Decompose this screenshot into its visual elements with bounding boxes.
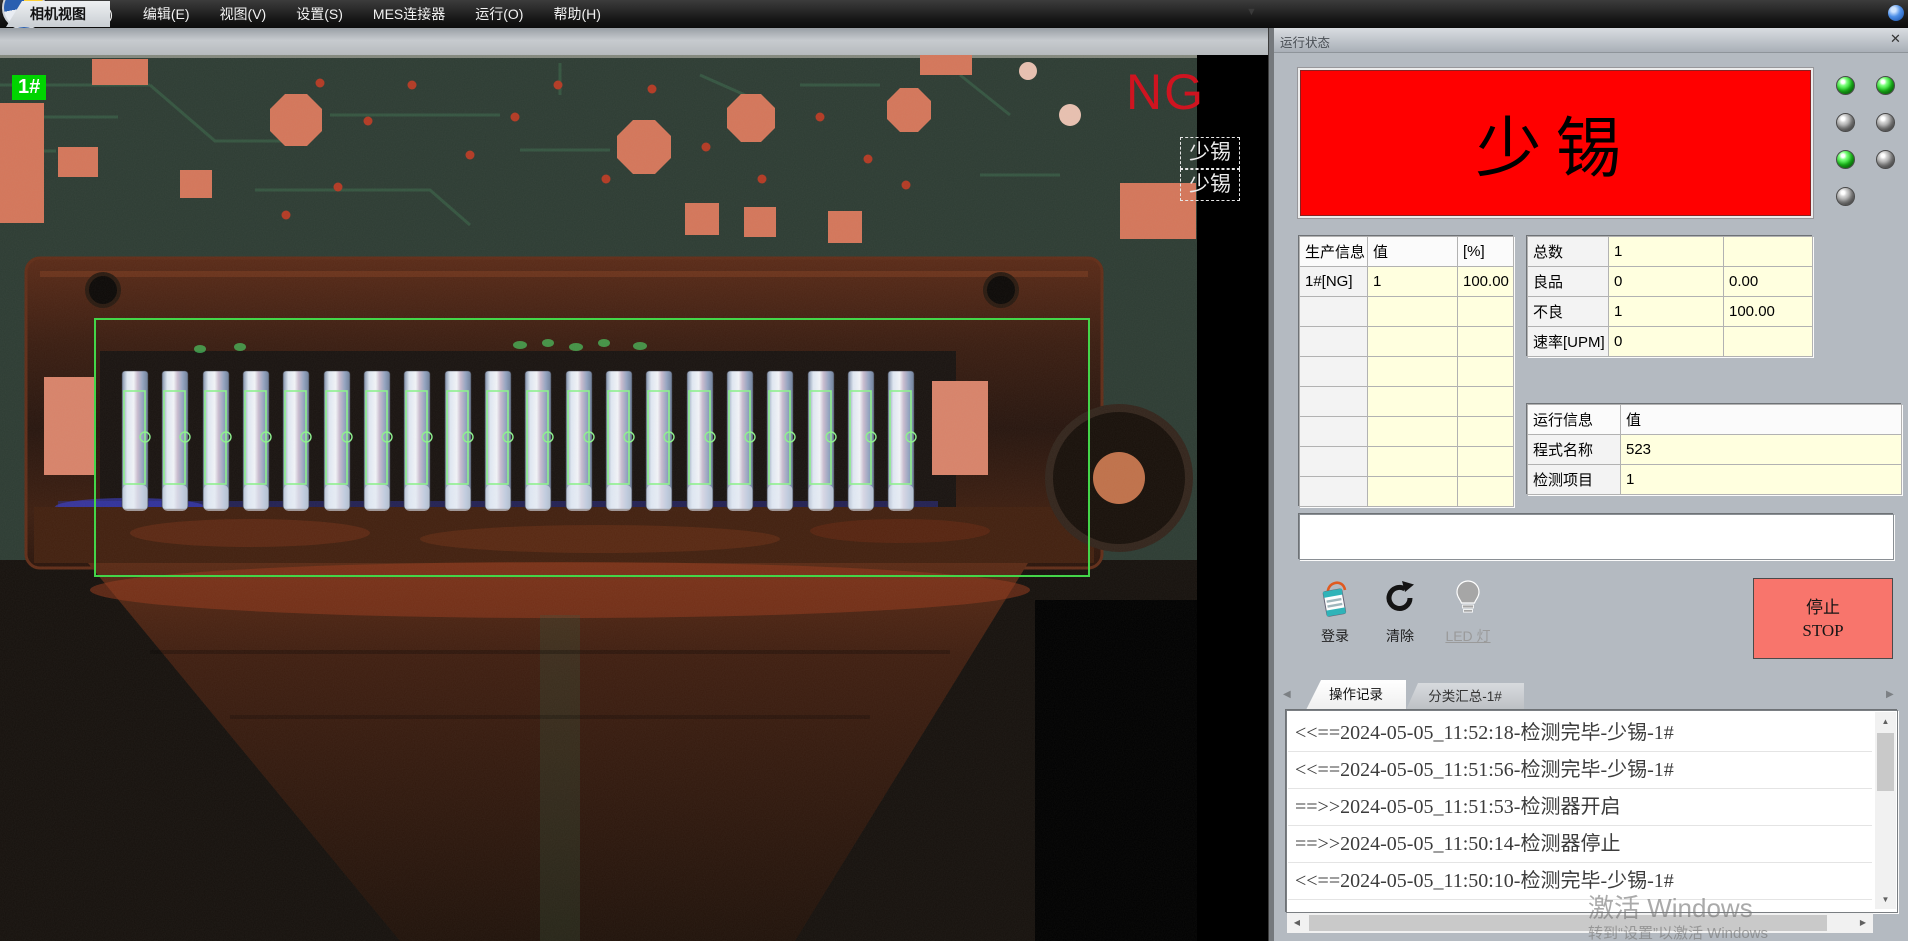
app-status-icon bbox=[1888, 5, 1904, 21]
pcb-inspection-image bbox=[0, 55, 1268, 941]
status-light bbox=[1836, 187, 1855, 206]
status-light bbox=[1876, 150, 1895, 169]
close-icon[interactable]: ✕ bbox=[1890, 31, 1901, 47]
run-info-table: 运行信息 值 程式名称523 检测项目1 bbox=[1527, 404, 1902, 495]
menu-settings[interactable]: 设置(S) bbox=[281, 0, 358, 28]
led-label: LED 灯 bbox=[1436, 626, 1500, 646]
table-row: 良品00.00 bbox=[1528, 267, 1813, 297]
stop-button[interactable]: 停止 STOP bbox=[1753, 578, 1893, 659]
table-row bbox=[1300, 447, 1514, 477]
table-row: 速率[UPM]0 bbox=[1528, 327, 1813, 357]
inspection-result-text: NG bbox=[1126, 67, 1205, 117]
alarm-frame: 少锡 bbox=[1297, 67, 1814, 219]
table-row bbox=[1300, 417, 1514, 447]
scroll-right-icon[interactable]: ▶ bbox=[1853, 913, 1873, 933]
column-header: 值 bbox=[1621, 405, 1902, 435]
table-row bbox=[1300, 327, 1514, 357]
refresh-icon bbox=[1381, 578, 1419, 618]
column-header: 生产信息 bbox=[1300, 237, 1368, 267]
log-entry: ==>>2024-05-05_11:50:14-检测器停止 bbox=[1288, 826, 1872, 863]
status-light bbox=[1836, 150, 1855, 169]
stop-label-cn: 停止 bbox=[1806, 596, 1840, 619]
login-label: 登录 bbox=[1303, 626, 1367, 646]
chevron-down-icon[interactable]: ▼ bbox=[1246, 6, 1257, 18]
tab-camera-view[interactable]: 相机视图 bbox=[6, 1, 110, 27]
table-row: 总数1 bbox=[1528, 237, 1813, 267]
log-entry: ==>>2024-05-05_11:51:53-检测器开启 bbox=[1288, 789, 1872, 826]
clear-button[interactable]: 清除 bbox=[1368, 578, 1432, 652]
camera-view: 1# NG 少锡 少锡 bbox=[0, 55, 1268, 941]
status-light bbox=[1836, 113, 1855, 132]
table-row: 检测项目1 bbox=[1528, 465, 1902, 495]
log-entries: <<==2024-05-05_11:52:18-检测完毕-少锡-1# <<==2… bbox=[1288, 715, 1872, 900]
tab-class-summary-1[interactable]: 分类汇总-1# bbox=[1406, 683, 1524, 710]
login-button[interactable]: 登录 bbox=[1303, 578, 1367, 652]
tab-scroll-right-icon[interactable]: ▶ bbox=[1886, 689, 1894, 700]
table-row: 不良1100.00 bbox=[1528, 297, 1813, 327]
clear-label: 清除 bbox=[1368, 626, 1432, 646]
menu-mes-connector[interactable]: MES连接器 bbox=[358, 0, 460, 28]
log-entry: <<==2024-05-05_11:52:18-检测完毕-少锡-1# bbox=[1288, 715, 1872, 752]
column-header: 值 bbox=[1368, 237, 1458, 267]
table-row bbox=[1300, 387, 1514, 417]
id-badge-icon bbox=[1316, 578, 1354, 618]
panel-title-bar bbox=[1274, 28, 1908, 53]
production-table: 生产信息 值 [%] 1#[NG]1100.00 bbox=[1299, 236, 1514, 507]
horizontal-scrollbar[interactable]: ◀ ▶ bbox=[1287, 913, 1873, 933]
menu-edit[interactable]: 编辑(E) bbox=[128, 0, 205, 28]
status-light bbox=[1876, 76, 1895, 95]
menu-view[interactable]: 视图(V) bbox=[205, 0, 282, 28]
table-row: 1#[NG]1100.00 bbox=[1300, 267, 1514, 297]
light-bulb-icon bbox=[1449, 578, 1487, 618]
windows-activation-watermark-sub: 转到“设置”以激活 Windows bbox=[1588, 922, 1768, 941]
scroll-left-icon[interactable]: ◀ bbox=[1287, 913, 1307, 933]
vertical-scrollbar[interactable]: ▲ ▼ bbox=[1875, 712, 1896, 909]
windows-activation-watermark: 激活 Windows bbox=[1588, 888, 1753, 925]
column-header: [%] bbox=[1458, 237, 1514, 267]
message-box bbox=[1299, 514, 1894, 560]
scroll-up-icon[interactable]: ▲ bbox=[1875, 712, 1896, 731]
scrollbar-thumb[interactable] bbox=[1877, 733, 1894, 791]
menu-help[interactable]: 帮助(H) bbox=[538, 0, 615, 28]
table-row: 程式名称523 bbox=[1528, 435, 1902, 465]
column-header: 运行信息 bbox=[1528, 405, 1621, 435]
camera-id-badge: 1# bbox=[12, 75, 46, 100]
alarm-status-text: 少锡 bbox=[1300, 70, 1811, 216]
totals-table: 总数1 良品00.00 不良1100.00 速率[UPM]0 bbox=[1527, 236, 1813, 357]
menu-run[interactable]: 运行(O) bbox=[460, 0, 538, 28]
menu-bar: 文件(F) 编辑(E) 视图(V) 设置(S) MES连接器 运行(O) 帮助(… bbox=[0, 0, 1908, 28]
defect-label: 少锡 bbox=[1180, 137, 1240, 169]
operation-log-list: <<==2024-05-05_11:52:18-检测完毕-少锡-1# <<==2… bbox=[1286, 710, 1898, 913]
application-window: 文件(F) 编辑(E) 视图(V) 设置(S) MES连接器 运行(O) 帮助(… bbox=[0, 0, 1908, 941]
scroll-down-icon[interactable]: ▼ bbox=[1875, 890, 1896, 909]
tab-scroll-left-icon[interactable]: ◀ bbox=[1283, 689, 1291, 700]
tab-operation-log[interactable]: 操作记录 bbox=[1306, 680, 1406, 710]
status-light bbox=[1836, 76, 1855, 95]
panel-title: 运行状态 bbox=[1280, 32, 1330, 51]
led-light-button[interactable]: LED 灯 bbox=[1436, 578, 1500, 652]
log-entry: <<==2024-05-05_11:51:56-检测完毕-少锡-1# bbox=[1288, 752, 1872, 789]
table-row bbox=[1300, 297, 1514, 327]
defect-label: 少锡 bbox=[1180, 169, 1240, 201]
menu-items: 文件(F) 编辑(E) 视图(V) 设置(S) MES连接器 运行(O) 帮助(… bbox=[52, 0, 616, 28]
view-tab-bar bbox=[0, 28, 1268, 56]
log-entry: <<==2024-05-05_11:50:10-检测完毕-少锡-1# bbox=[1288, 863, 1872, 900]
stop-label-en: STOP bbox=[1802, 619, 1843, 642]
table-row bbox=[1300, 357, 1514, 387]
status-light bbox=[1876, 113, 1895, 132]
table-row bbox=[1300, 477, 1514, 507]
